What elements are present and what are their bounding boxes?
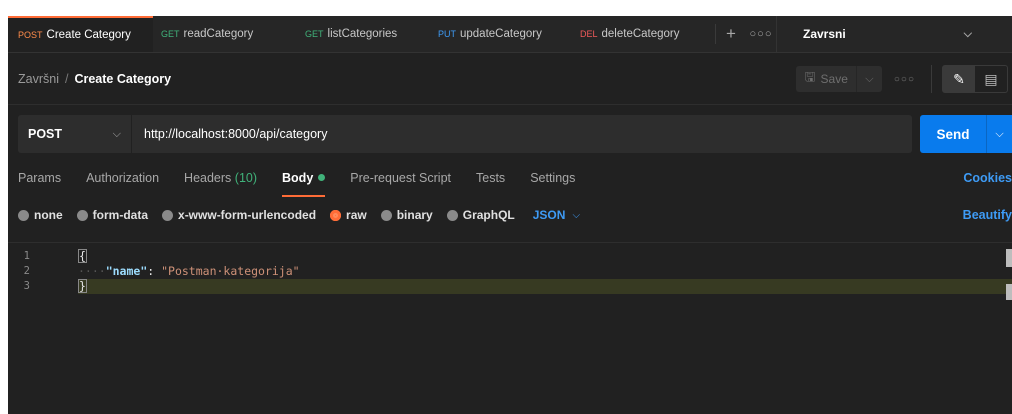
body-type-urlencoded[interactable]: x-www-form-urlencoded [162, 208, 316, 222]
url-input[interactable] [132, 115, 912, 153]
code-line: ····"name": "Postman·kategorija" [78, 264, 1012, 279]
tab-body[interactable]: Body [282, 165, 326, 197]
request-tab-bar: POST Create Category GET readCategory GE… [8, 16, 1012, 53]
body-type-binary[interactable]: binary [380, 208, 433, 222]
close-brace: } [78, 279, 87, 293]
tab-method: GET [161, 29, 180, 39]
tab-create-category[interactable]: POST Create Category [8, 16, 153, 52]
body-type-none[interactable]: none [18, 208, 63, 222]
option-label: x-www-form-urlencoded [178, 208, 317, 222]
header-actions: 🖫 Save ⌵ ○○○ ✎ ▤ [796, 65, 1012, 93]
request-header: Završni / Create Category 🖫 Save ⌵ ○○○ ✎ ▤ [8, 53, 1012, 105]
tab-method: PUT [438, 29, 456, 39]
tab-method: GET [305, 29, 324, 39]
body-type-graphql[interactable]: GraphQL [446, 208, 515, 222]
tabs-more-icon[interactable]: ○○○ [746, 16, 776, 52]
save-label: Save [820, 72, 848, 86]
raw-format-value: JSON [532, 208, 566, 222]
tab-label: listCategories [327, 28, 398, 40]
postman-window: POST Create Category GET readCategory GE… [8, 16, 1012, 414]
chevron-down-icon: ⌵ [112, 127, 121, 140]
tab-method: DEL [580, 29, 598, 39]
breadcrumb: Završni / Create Category [8, 72, 171, 86]
body-type-form-data[interactable]: form-data [76, 208, 149, 222]
tab-label: readCategory [183, 28, 254, 40]
tab-delete-category[interactable]: DEL deleteCategory [570, 16, 715, 52]
radio-icon [446, 209, 458, 221]
breadcrumb-collection[interactable]: Završni [18, 72, 59, 86]
tab-label: updateCategory [460, 28, 542, 40]
tab-headers[interactable]: Headers (10) [184, 165, 257, 197]
code-editor[interactable]: 1 2 3 { ····"name": "Postman·kategorija"… [8, 242, 1012, 414]
tab-label: Create Category [46, 29, 131, 41]
chevron-down-icon: ⌵ [572, 209, 581, 221]
radio-icon [76, 209, 88, 221]
tab-params[interactable]: Params [18, 165, 61, 197]
option-label: GraphQL [462, 208, 515, 222]
mode-toggle: ✎ ▤ [942, 65, 1008, 93]
tab-headers-label: Headers [184, 171, 232, 185]
url-bar: POST ⌵ Send ⌵ [18, 115, 1012, 153]
option-label: none [34, 208, 63, 222]
breadcrumb-separator: / [64, 71, 69, 86]
body-active-dot-icon [318, 174, 326, 181]
http-method-value: POST [28, 127, 63, 141]
line-number-gutter: 1 2 3 [8, 249, 60, 294]
tab-settings[interactable]: Settings [530, 165, 575, 197]
new-tab-plus-icon[interactable]: + [716, 16, 746, 52]
option-label: raw [346, 208, 367, 222]
code-line: { [78, 249, 1012, 264]
tab-authorization[interactable]: Authorization [86, 165, 159, 197]
environment-name: Zavrsni [803, 27, 846, 41]
tab-method: POST [18, 30, 43, 40]
breadcrumb-current[interactable]: Create Category [74, 72, 171, 86]
scrollbar-cursor-marker [1006, 284, 1012, 300]
indent-whitespace: ···· [78, 264, 106, 278]
option-label: form-data [92, 208, 149, 222]
send-options-chevron-icon[interactable]: ⌵ [986, 115, 1012, 153]
environment-selector[interactable]: Zavrsni ⌵ [776, 16, 976, 52]
headers-count: (10) [234, 171, 258, 185]
radio-icon [18, 209, 29, 221]
line-number: 3 [23, 280, 30, 292]
send-group: Send ⌵ [920, 115, 1012, 153]
raw-format-select[interactable]: JSON ⌵ [533, 208, 580, 222]
json-colon: : [147, 264, 162, 278]
save-icon: 🖫 [804, 69, 816, 84]
more-actions-icon[interactable]: ○○○ [894, 74, 915, 85]
tab-update-category[interactable]: PUT updateCategory [430, 16, 570, 52]
documentation-icon[interactable]: ▤ [975, 66, 1007, 92]
http-method-select[interactable]: POST ⌵ [18, 115, 132, 153]
beautify-link[interactable]: Beautify [963, 208, 1012, 222]
body-type-raw[interactable]: raw [330, 208, 367, 222]
request-config-tabs: Params Authorization Headers (10) Body P… [8, 165, 1012, 197]
open-brace: { [78, 249, 87, 263]
line-number: 1 [23, 250, 30, 262]
option-label: binary [396, 208, 433, 222]
tab-list-categories[interactable]: GET listCategories [295, 16, 430, 52]
save-button[interactable]: 🖫 Save [796, 66, 856, 92]
edit-pencil-icon[interactable]: ✎ [943, 66, 975, 92]
chevron-down-icon: ⌵ [963, 27, 972, 40]
tab-pre-request-script[interactable]: Pre-request Script [350, 165, 451, 197]
tab-label: deleteCategory [601, 28, 680, 40]
line-number: 2 [23, 265, 30, 277]
header-divider [931, 65, 932, 93]
send-button[interactable]: Send [920, 115, 986, 153]
tab-tests[interactable]: Tests [476, 165, 505, 197]
tab-body-label: Body [282, 171, 314, 185]
body-type-options: none form-data x-www-form-urlencoded raw… [8, 204, 1012, 226]
code-line-current: } [78, 279, 1012, 294]
radio-selected-icon [330, 209, 342, 221]
radio-icon [380, 209, 392, 221]
json-value: "Postman·kategorija" [161, 264, 300, 278]
save-options-chevron-icon[interactable]: ⌵ [855, 66, 882, 92]
json-key: "name" [105, 264, 148, 278]
cookies-link[interactable]: Cookies [963, 171, 1012, 185]
tab-read-category[interactable]: GET readCategory [153, 16, 295, 52]
radio-icon [162, 209, 174, 221]
code-lines[interactable]: { ····"name": "Postman·kategorija" } [78, 249, 1012, 294]
scrollbar-thumb[interactable] [1006, 249, 1012, 267]
